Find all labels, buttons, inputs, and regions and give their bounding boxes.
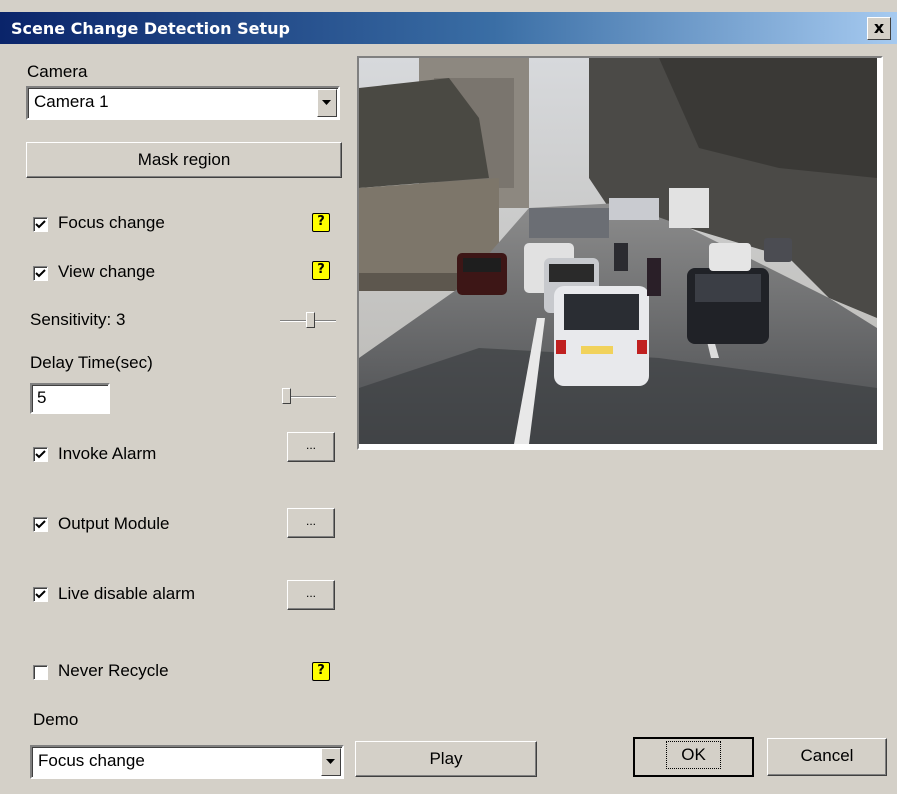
checkmark-icon bbox=[35, 520, 46, 529]
live-disable-alarm-settings-button[interactable]: ... bbox=[287, 580, 335, 610]
view-change-help-icon[interactable]: ? bbox=[312, 261, 330, 280]
ok-button[interactable]: OK bbox=[633, 737, 754, 777]
output-module-checkbox[interactable] bbox=[33, 517, 48, 532]
camera-label: Camera bbox=[27, 62, 88, 81]
demo-select[interactable]: Focus change bbox=[30, 745, 344, 779]
delay-time-label: Delay Time(sec) bbox=[30, 353, 153, 372]
checkmark-icon bbox=[35, 269, 46, 278]
title-bar: Scene Change Detection Setup x bbox=[0, 12, 897, 44]
never-recycle-help-icon[interactable]: ? bbox=[312, 662, 330, 681]
window-title: Scene Change Detection Setup bbox=[11, 19, 290, 38]
camera-preview bbox=[357, 56, 883, 450]
live-disable-alarm-label: Live disable alarm bbox=[58, 584, 196, 603]
demo-select-value: Focus change bbox=[38, 751, 145, 770]
invoke-alarm-label: Invoke Alarm bbox=[58, 444, 157, 463]
sensitivity-label: Sensitivity: 3 bbox=[30, 310, 126, 329]
demo-label: Demo bbox=[33, 710, 79, 729]
live-disable-alarm-checkbox[interactable] bbox=[33, 587, 48, 602]
cancel-button[interactable]: Cancel bbox=[767, 738, 887, 776]
sensitivity-slider-thumb[interactable] bbox=[306, 312, 315, 328]
view-change-label: View change bbox=[58, 262, 156, 281]
delay-slider-thumb[interactable] bbox=[282, 388, 291, 404]
never-recycle-label: Never Recycle bbox=[58, 661, 169, 680]
mask-region-button[interactable]: Mask region bbox=[26, 142, 342, 178]
camera-select-value: Camera 1 bbox=[34, 92, 109, 111]
camera-dropdown-button[interactable] bbox=[317, 89, 337, 117]
output-module-label: Output Module bbox=[58, 514, 170, 533]
never-recycle-checkbox[interactable] bbox=[33, 665, 48, 680]
camera-select[interactable]: Camera 1 bbox=[26, 86, 340, 120]
invoke-alarm-settings-button[interactable]: ... bbox=[287, 432, 335, 462]
play-button[interactable]: Play bbox=[355, 741, 537, 777]
camera-preview-image bbox=[359, 58, 877, 444]
focus-change-checkbox[interactable] bbox=[33, 217, 48, 232]
checkmark-icon bbox=[35, 590, 46, 599]
view-change-checkbox[interactable] bbox=[33, 266, 48, 281]
close-button[interactable]: x bbox=[867, 17, 891, 40]
demo-dropdown-button[interactable] bbox=[321, 748, 341, 776]
output-module-settings-button[interactable]: ... bbox=[287, 508, 335, 538]
delay-time-input[interactable]: 5 bbox=[30, 383, 110, 414]
ok-button-label: OK bbox=[666, 741, 721, 769]
invoke-alarm-checkbox[interactable] bbox=[33, 447, 48, 462]
delay-time-value: 5 bbox=[37, 388, 47, 407]
focus-change-help-icon[interactable]: ? bbox=[312, 213, 330, 232]
chevron-down-icon bbox=[326, 759, 335, 764]
checkmark-icon bbox=[35, 450, 46, 459]
chevron-down-icon bbox=[322, 100, 331, 105]
checkmark-icon bbox=[35, 220, 46, 229]
focus-change-label: Focus change bbox=[58, 213, 165, 232]
